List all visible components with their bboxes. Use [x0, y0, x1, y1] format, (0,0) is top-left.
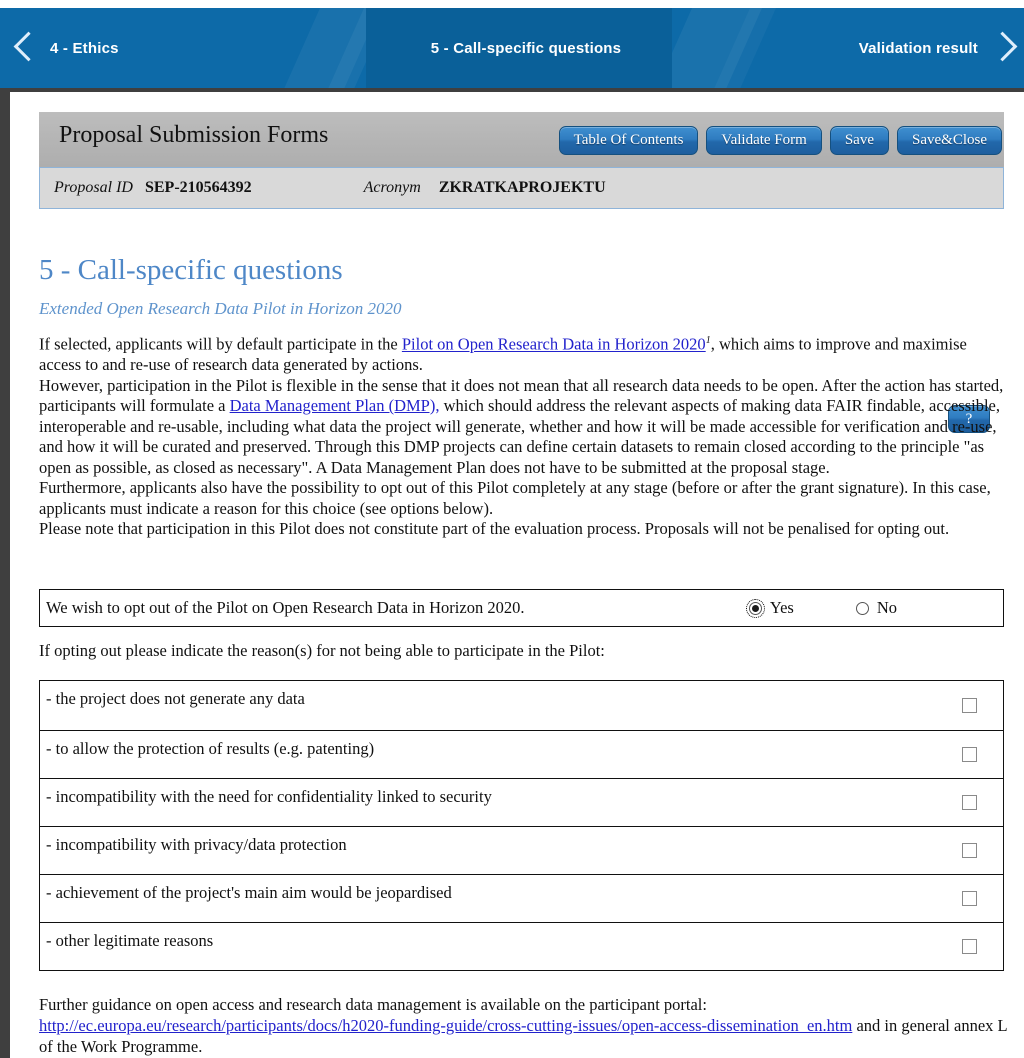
nav-sheen-decoration [701, 8, 785, 88]
table-row[interactable]: - other legitimate reasons [40, 923, 1003, 971]
reasons-table: - the project does not generate any data… [39, 680, 1004, 971]
form-header-button-group: Table Of Contents Validate Form Save Sav… [558, 126, 1002, 155]
footer-guidance: Further guidance on open access and rese… [39, 994, 1009, 1057]
nav-step-next-label: Validation result [858, 39, 978, 57]
nav-step-current[interactable]: 5 - Call-specific questions [366, 8, 672, 88]
intro-paragraph-3: Furthermore, applicants also have the po… [39, 478, 991, 518]
acronym-label: Acronym [363, 179, 421, 196]
table-row[interactable]: - incompatibility with the need for conf… [40, 779, 1003, 827]
acronym-value: ZKRATKAPROJEKTU [438, 179, 606, 196]
data-management-plan-link[interactable]: Data Management Plan (DMP), [230, 396, 440, 415]
table-of-contents-button[interactable]: Table Of Contents [558, 126, 699, 155]
section-title: 5 - Call-specific questions [39, 254, 343, 286]
form-header-bar: Proposal Submission Forms Table Of Conte… [39, 112, 1004, 167]
reason-checkbox[interactable] [962, 747, 977, 762]
intro-text-block: If selected, applicants will by default … [39, 331, 1009, 540]
chevron-right-icon[interactable] [992, 27, 1014, 69]
chevron-left-icon[interactable] [14, 27, 36, 69]
section-subtitle: Extended Open Research Data Pilot in Hor… [39, 299, 402, 318]
table-row[interactable]: - the project does not generate any data [40, 681, 1003, 731]
wizard-nav-strip: 4 - Ethics 5 - Call-specific questions V… [0, 8, 1024, 88]
nav-sheen-decoration [672, 8, 771, 88]
nav-sheen-decoration [271, 8, 366, 88]
proposal-id-label: Proposal ID [54, 179, 133, 196]
reasons-prompt: If opting out please indicate the reason… [39, 641, 605, 660]
proposal-id-value: SEP-210564392 [144, 179, 252, 196]
form-page-canvas: Proposal Submission Forms Table Of Conte… [10, 92, 1024, 1058]
nav-sheen-decoration [315, 8, 366, 88]
intro-paragraph-1: If selected, applicants will by default … [39, 331, 1009, 376]
footer-line-2: http://ec.europa.eu/research/participant… [39, 1015, 1009, 1057]
footer-line-1: Further guidance on open access and rese… [39, 995, 707, 1014]
save-button[interactable]: Save [829, 126, 889, 155]
optout-radio-no[interactable]: No [855, 598, 897, 618]
optout-radio-yes[interactable]: Yes [745, 598, 794, 618]
reason-label: - achievement of the project's main aim … [46, 883, 452, 902]
table-row[interactable]: - achievement of the project's main aim … [40, 875, 1003, 923]
optout-radio-no-label: No [876, 598, 897, 617]
intro-paragraph-2: However, participation in the Pilot is f… [39, 376, 1009, 479]
nav-step-previous-label: 4 - Ethics [50, 39, 119, 57]
reason-checkbox[interactable] [962, 795, 977, 810]
reason-checkbox[interactable] [962, 698, 977, 713]
reason-checkbox[interactable] [962, 939, 977, 954]
participant-portal-url-link[interactable]: http://ec.europa.eu/research/participant… [39, 1016, 852, 1035]
form-title: Proposal Submission Forms [59, 122, 329, 148]
reason-checkbox[interactable] [962, 891, 977, 906]
page-frame: Proposal Submission Forms Table Of Conte… [0, 88, 1024, 1058]
validate-form-button[interactable]: Validate Form [706, 126, 822, 155]
radio-no-indicator[interactable] [855, 601, 869, 615]
optout-question-label: We wish to opt out of the Pilot on Open … [46, 598, 525, 617]
optout-radio-yes-label: Yes [769, 598, 794, 617]
nav-step-previous[interactable]: 4 - Ethics [0, 8, 366, 88]
nav-step-next[interactable]: Validation result [672, 8, 1024, 88]
save-and-close-button[interactable]: Save&Close [897, 126, 1002, 155]
reason-label: - incompatibility with privacy/data prot… [46, 835, 347, 854]
reason-checkbox[interactable] [962, 843, 977, 858]
reason-label: - incompatibility with the need for conf… [46, 787, 492, 806]
table-row[interactable]: - incompatibility with privacy/data prot… [40, 827, 1003, 875]
intro-p1-before: If selected, applicants will by default … [39, 334, 402, 354]
nav-step-current-label: 5 - Call-specific questions [430, 39, 622, 57]
reason-label: - the project does not generate any data [46, 689, 305, 708]
proposal-info-strip: Proposal ID SEP-210564392 Acronym ZKRATK… [39, 167, 1004, 209]
radio-yes-indicator[interactable] [745, 598, 765, 618]
intro-paragraph-4: Please note that participation in this P… [39, 519, 950, 538]
reason-label: - to allow the protection of results (e.… [46, 739, 375, 758]
reason-label: - other legitimate reasons [46, 931, 214, 950]
optout-question-row: We wish to opt out of the Pilot on Open … [39, 589, 1004, 627]
pilot-open-research-data-link[interactable]: Pilot on Open Research Data in Horizon 2… [402, 335, 706, 354]
wizard-navigation: 4 - Ethics 5 - Call-specific questions V… [0, 0, 1024, 92]
table-row[interactable]: - to allow the protection of results (e.… [40, 731, 1003, 779]
